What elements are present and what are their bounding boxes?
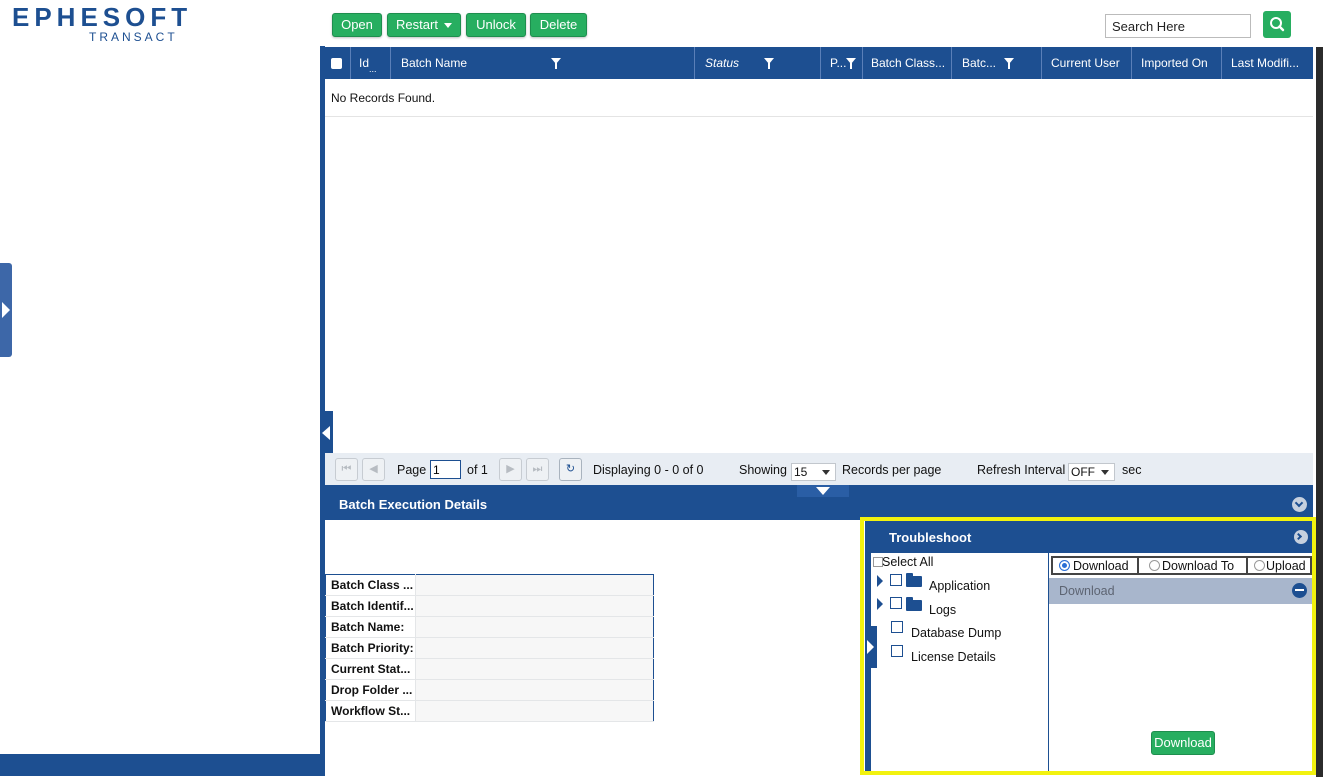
column-label: Id — [359, 56, 370, 70]
batch-details-title: Batch Execution Details — [339, 497, 488, 512]
last-page-icon[interactable]: ⏭ — [526, 458, 549, 481]
left-footer-bar — [0, 754, 320, 776]
search-icon — [1270, 17, 1285, 32]
batch-details-table: Batch Class ... Batch Identif... Batch N… — [325, 574, 654, 722]
column-label: Imported On — [1141, 56, 1208, 70]
next-page-icon[interactable]: ▶ — [499, 458, 522, 481]
select-all-header — [325, 47, 351, 79]
records-per-page-value: 15 — [794, 465, 808, 479]
records-per-page-label: Records per page — [842, 463, 942, 477]
column-label: Current User — [1051, 56, 1120, 70]
refresh-unit-label: sec — [1122, 463, 1142, 477]
column-label: Status — [705, 56, 740, 70]
chevron-down-icon — [816, 487, 830, 495]
refresh-interval-value: OFF — [1071, 465, 1095, 479]
column-header-batch-description[interactable]: Batc... — [952, 47, 1042, 79]
troubleshoot-highlight-box — [860, 517, 1316, 775]
field-value — [415, 616, 654, 638]
select-all-checkbox[interactable] — [331, 58, 342, 69]
displaying-count: Displaying 0 - 0 of 0 — [593, 463, 704, 477]
unlock-button[interactable]: Unlock — [466, 13, 526, 37]
row-divider — [325, 116, 1313, 117]
logo-sub-text: TRANSACT — [89, 30, 178, 44]
field-value — [415, 574, 654, 596]
filter-icon[interactable] — [551, 58, 561, 69]
field-value — [415, 679, 654, 701]
table-row: Batch Identif... — [325, 595, 654, 617]
restart-button[interactable]: Restart — [387, 13, 461, 37]
batch-details-collapse-button[interactable] — [1292, 497, 1307, 512]
filter-icon[interactable] — [764, 58, 774, 69]
splitter-handle[interactable] — [797, 485, 849, 497]
refresh-icon[interactable]: ↻ — [559, 458, 582, 481]
pagination-bar: ⏮ ◀ Page of 1 ▶ ⏭ ↻ Displaying 0 - 0 of … — [325, 453, 1313, 485]
table-row: Batch Class ... — [325, 574, 654, 596]
column-header-current-user[interactable]: Current User — [1042, 47, 1132, 79]
column-header-status[interactable]: Status — [695, 47, 821, 79]
grid-collapse-tab[interactable] — [320, 411, 333, 455]
previous-page-icon[interactable]: ◀ — [362, 458, 385, 481]
page-label: Page — [397, 463, 427, 477]
column-ellipsis: ... — [369, 64, 377, 74]
field-label: Batch Identif... — [325, 595, 416, 617]
column-label: Batch Class... — [871, 56, 946, 70]
chevron-right-icon — [2, 302, 10, 318]
chevron-down-icon — [1294, 498, 1304, 508]
column-header-id[interactable]: Id ... — [351, 47, 391, 79]
field-value — [415, 700, 654, 722]
field-label: Batch Class ... — [325, 574, 416, 596]
restart-label: Restart — [396, 17, 438, 32]
table-row: Drop Folder ... — [325, 679, 654, 701]
column-header-imported-on[interactable]: Imported On — [1132, 47, 1222, 79]
column-header-last-modified[interactable]: Last Modifi... — [1222, 47, 1313, 79]
search-input[interactable] — [1105, 14, 1251, 38]
refresh-interval-select[interactable]: OFF — [1068, 463, 1115, 481]
first-page-icon[interactable]: ⏮ — [335, 458, 358, 481]
chevron-down-icon — [822, 470, 830, 475]
search-button[interactable] — [1263, 11, 1291, 38]
filter-icon[interactable] — [1004, 58, 1014, 69]
field-value — [415, 595, 654, 617]
window-right-edge — [1316, 47, 1323, 777]
field-label: Workflow St... — [325, 700, 416, 722]
table-row: Batch Name: — [325, 616, 654, 638]
logo-main-text: EPHESOFT — [12, 2, 193, 32]
chevron-down-icon — [1101, 470, 1109, 475]
column-label: Batch Name — [401, 56, 468, 70]
caret-down-icon — [443, 23, 452, 29]
column-header-priority[interactable]: P... — [821, 47, 863, 79]
table-row: Batch Priority: — [325, 637, 654, 659]
showing-label: Showing — [739, 463, 787, 477]
delete-button[interactable]: Delete — [530, 13, 587, 37]
page-total-label: of 1 — [467, 463, 488, 477]
table-row: Workflow St... — [325, 700, 654, 722]
filter-icon[interactable] — [846, 58, 856, 69]
column-header-batch-class[interactable]: Batch Class... — [863, 47, 952, 79]
table-row: Current Stat... — [325, 658, 654, 680]
empty-grid-message: No Records Found. — [331, 91, 436, 105]
column-label: Last Modifi... — [1231, 56, 1300, 70]
grid-header: Id ... Batch Name Status P... Batch Clas… — [325, 47, 1313, 79]
field-label: Current Stat... — [325, 658, 416, 680]
chevron-left-icon — [322, 426, 330, 440]
column-label: Batc... — [962, 56, 997, 70]
left-panel-expand-tab[interactable] — [0, 263, 12, 357]
open-button[interactable]: Open — [332, 13, 382, 37]
field-label: Batch Priority: — [325, 637, 416, 659]
records-per-page-select[interactable]: 15 — [791, 463, 836, 481]
field-label: Drop Folder ... — [325, 679, 416, 701]
column-header-batch-name[interactable]: Batch Name — [391, 47, 695, 79]
field-value — [415, 637, 654, 659]
page-number-input[interactable] — [430, 460, 461, 479]
field-value — [415, 658, 654, 680]
ephesoft-logo: EPHESOFT TRANSACT — [12, 2, 193, 44]
field-label: Batch Name: — [325, 616, 416, 638]
refresh-interval-label: Refresh Interval — [977, 463, 1066, 477]
column-label: P... — [830, 56, 847, 70]
